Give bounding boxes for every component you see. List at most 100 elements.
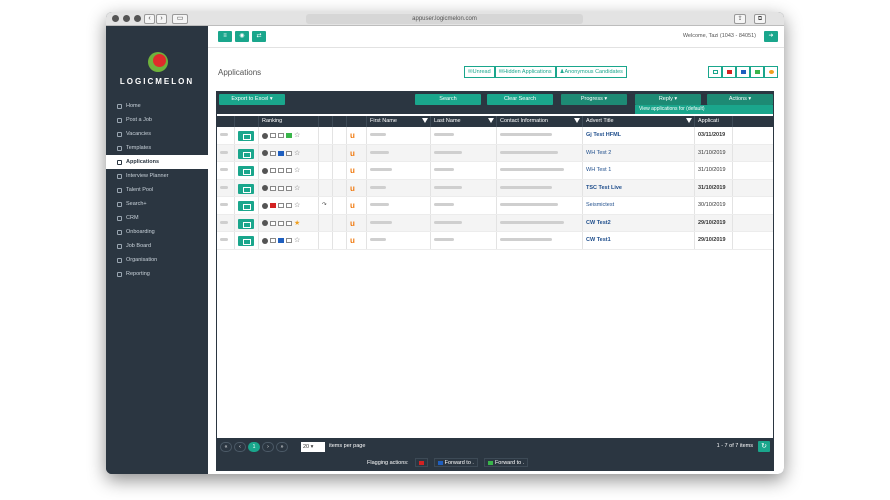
sidebar-item-templates[interactable]: Templates [106,141,208,155]
first-page-button[interactable]: « [220,442,232,452]
row-select-cell[interactable] [217,214,235,231]
sidebar-item-crm[interactable]: CRM [106,211,208,225]
advert-title-link[interactable]: Seismictest [586,202,614,208]
column-header[interactable]: Last Name [431,116,497,127]
filter-icon[interactable] [686,118,692,123]
sidebar-item-interview-planner[interactable]: Interview Planner [106,169,208,183]
table-row[interactable]: ☆ u WH Test 2 31/10/2019 [217,144,773,162]
row-select-cell[interactable] [217,197,235,214]
red-flag-icon[interactable] [270,133,276,138]
advert-title-link[interactable]: TSC Test Live [586,185,622,191]
column-header[interactable]: Applicati [695,116,733,127]
clear-search-button[interactable]: Clear Search [487,94,553,105]
logout-icon[interactable]: ➜ [764,31,778,42]
sidebar-item-job-board[interactable]: Job Board [106,239,208,253]
row-select-cell[interactable] [217,144,235,161]
star-icon[interactable]: ☆ [294,167,300,174]
row-handle[interactable] [220,220,228,224]
green-flag-icon[interactable] [286,238,292,243]
prev-page-button[interactable]: ‹ [234,442,246,452]
row-handle[interactable] [220,203,228,207]
table-row[interactable]: ☆ u TSC Test Live 31/10/2019 [217,179,773,197]
column-header[interactable]: Ranking [259,116,319,127]
advert-title-link[interactable]: WH Test 1 [586,167,611,173]
row-handle[interactable] [220,150,228,154]
refresh-icon[interactable]: ↻ [758,441,770,452]
anonymous-filter-button[interactable]: ♟Anonymous Candidates [555,66,627,78]
sidebar-item-reporting[interactable]: Reporting [106,267,208,281]
column-header[interactable]: Contact Information [497,116,583,127]
advert-title-cell[interactable]: CW Test2 [583,214,695,231]
maximize-dot[interactable] [134,15,141,22]
row-select-cell[interactable] [217,179,235,196]
star-icon[interactable]: ★ [294,220,300,227]
sidebar-item-post-a-job[interactable]: Post a Job [106,113,208,127]
sidebar-item-home[interactable]: Home [106,99,208,113]
column-header[interactable] [217,116,235,127]
row-select-cell[interactable] [217,162,235,179]
star-icon[interactable]: ☆ [294,132,300,139]
star-filter[interactable] [764,66,778,78]
sync-icon[interactable]: ⇄ [252,31,266,42]
column-header[interactable] [333,116,347,127]
mail-cell[interactable] [235,127,259,144]
search-button[interactable]: Search [415,94,481,105]
blue-flag-icon[interactable] [278,238,284,243]
row-select-cell[interactable] [217,232,235,249]
column-header[interactable] [319,116,333,127]
advert-title-cell[interactable]: Gj Test HFML [583,127,695,144]
red-flag-icon[interactable] [270,238,276,243]
page-size-select[interactable]: 20 ▾ [301,442,325,452]
eye-icon[interactable]: ◉ [235,31,249,42]
no-flag-filter[interactable] [708,66,722,78]
mail-cell[interactable] [235,197,259,214]
row-select-cell[interactable] [217,127,235,144]
red-flag-icon[interactable] [270,220,276,226]
sidebar-item-organisation[interactable]: Organisation [106,253,208,267]
close-dot[interactable] [112,15,119,22]
blue-flag-icon[interactable] [278,133,284,138]
green-flag-filter[interactable] [750,66,764,78]
blue-flag-icon[interactable] [278,185,284,191]
share-icon[interactable]: ⇪ [734,14,746,24]
back-icon[interactable]: ‹ [144,14,155,24]
blue-flag-icon[interactable] [278,203,284,208]
green-flag-icon[interactable] [286,185,292,191]
filter-icon[interactable] [574,118,580,123]
star-icon[interactable]: ☆ [294,185,300,192]
mail-cell[interactable] [235,144,259,161]
blue-flag-filter[interactable] [736,66,750,78]
blue-flag-forward-action[interactable]: Forward to . [433,458,478,467]
advert-title-cell[interactable]: WH Test 2 [583,144,695,161]
star-icon[interactable]: ☆ [294,202,300,209]
mail-cell[interactable] [235,162,259,179]
table-row[interactable]: ☆ u CW Test1 29/10/2019 [217,232,773,250]
sidebar-item-search[interactable]: Search+ [106,197,208,211]
sidebar-item-onboarding[interactable]: Onboarding [106,225,208,239]
red-flag-icon[interactable] [270,150,276,156]
green-flag-icon[interactable] [286,133,292,138]
red-flag-icon[interactable] [270,185,276,191]
forward-icon[interactable]: › [156,14,167,24]
last-page-button[interactable]: » [276,442,288,452]
column-header[interactable] [347,116,367,127]
red-flag-action[interactable] [414,458,428,467]
row-handle[interactable] [220,238,228,242]
star-icon[interactable]: ☆ [294,237,300,244]
mail-icon[interactable] [238,183,254,194]
table-row[interactable]: ☆ u WH Test 1 31/10/2019 [217,162,773,180]
mail-icon[interactable] [238,148,254,159]
advert-title-link[interactable]: CW Test2 [586,220,611,226]
advert-title-link[interactable]: WH Test 2 [586,150,611,156]
mail-icon[interactable] [238,131,254,141]
blue-flag-icon[interactable] [278,150,284,156]
green-flag-forward-action[interactable]: Forward to . [483,458,529,467]
current-page-button[interactable]: 1 [248,442,260,452]
mail-cell[interactable] [235,232,259,249]
export-excel-button[interactable]: Export to Excel ▾ [219,94,285,105]
advert-title-link[interactable]: Gj Test HFML [586,132,621,138]
mail-icon[interactable] [238,218,254,229]
row-handle[interactable] [220,185,228,189]
address-bar[interactable]: appuser.logicmelon.com [306,14,583,24]
column-header[interactable] [235,116,259,127]
